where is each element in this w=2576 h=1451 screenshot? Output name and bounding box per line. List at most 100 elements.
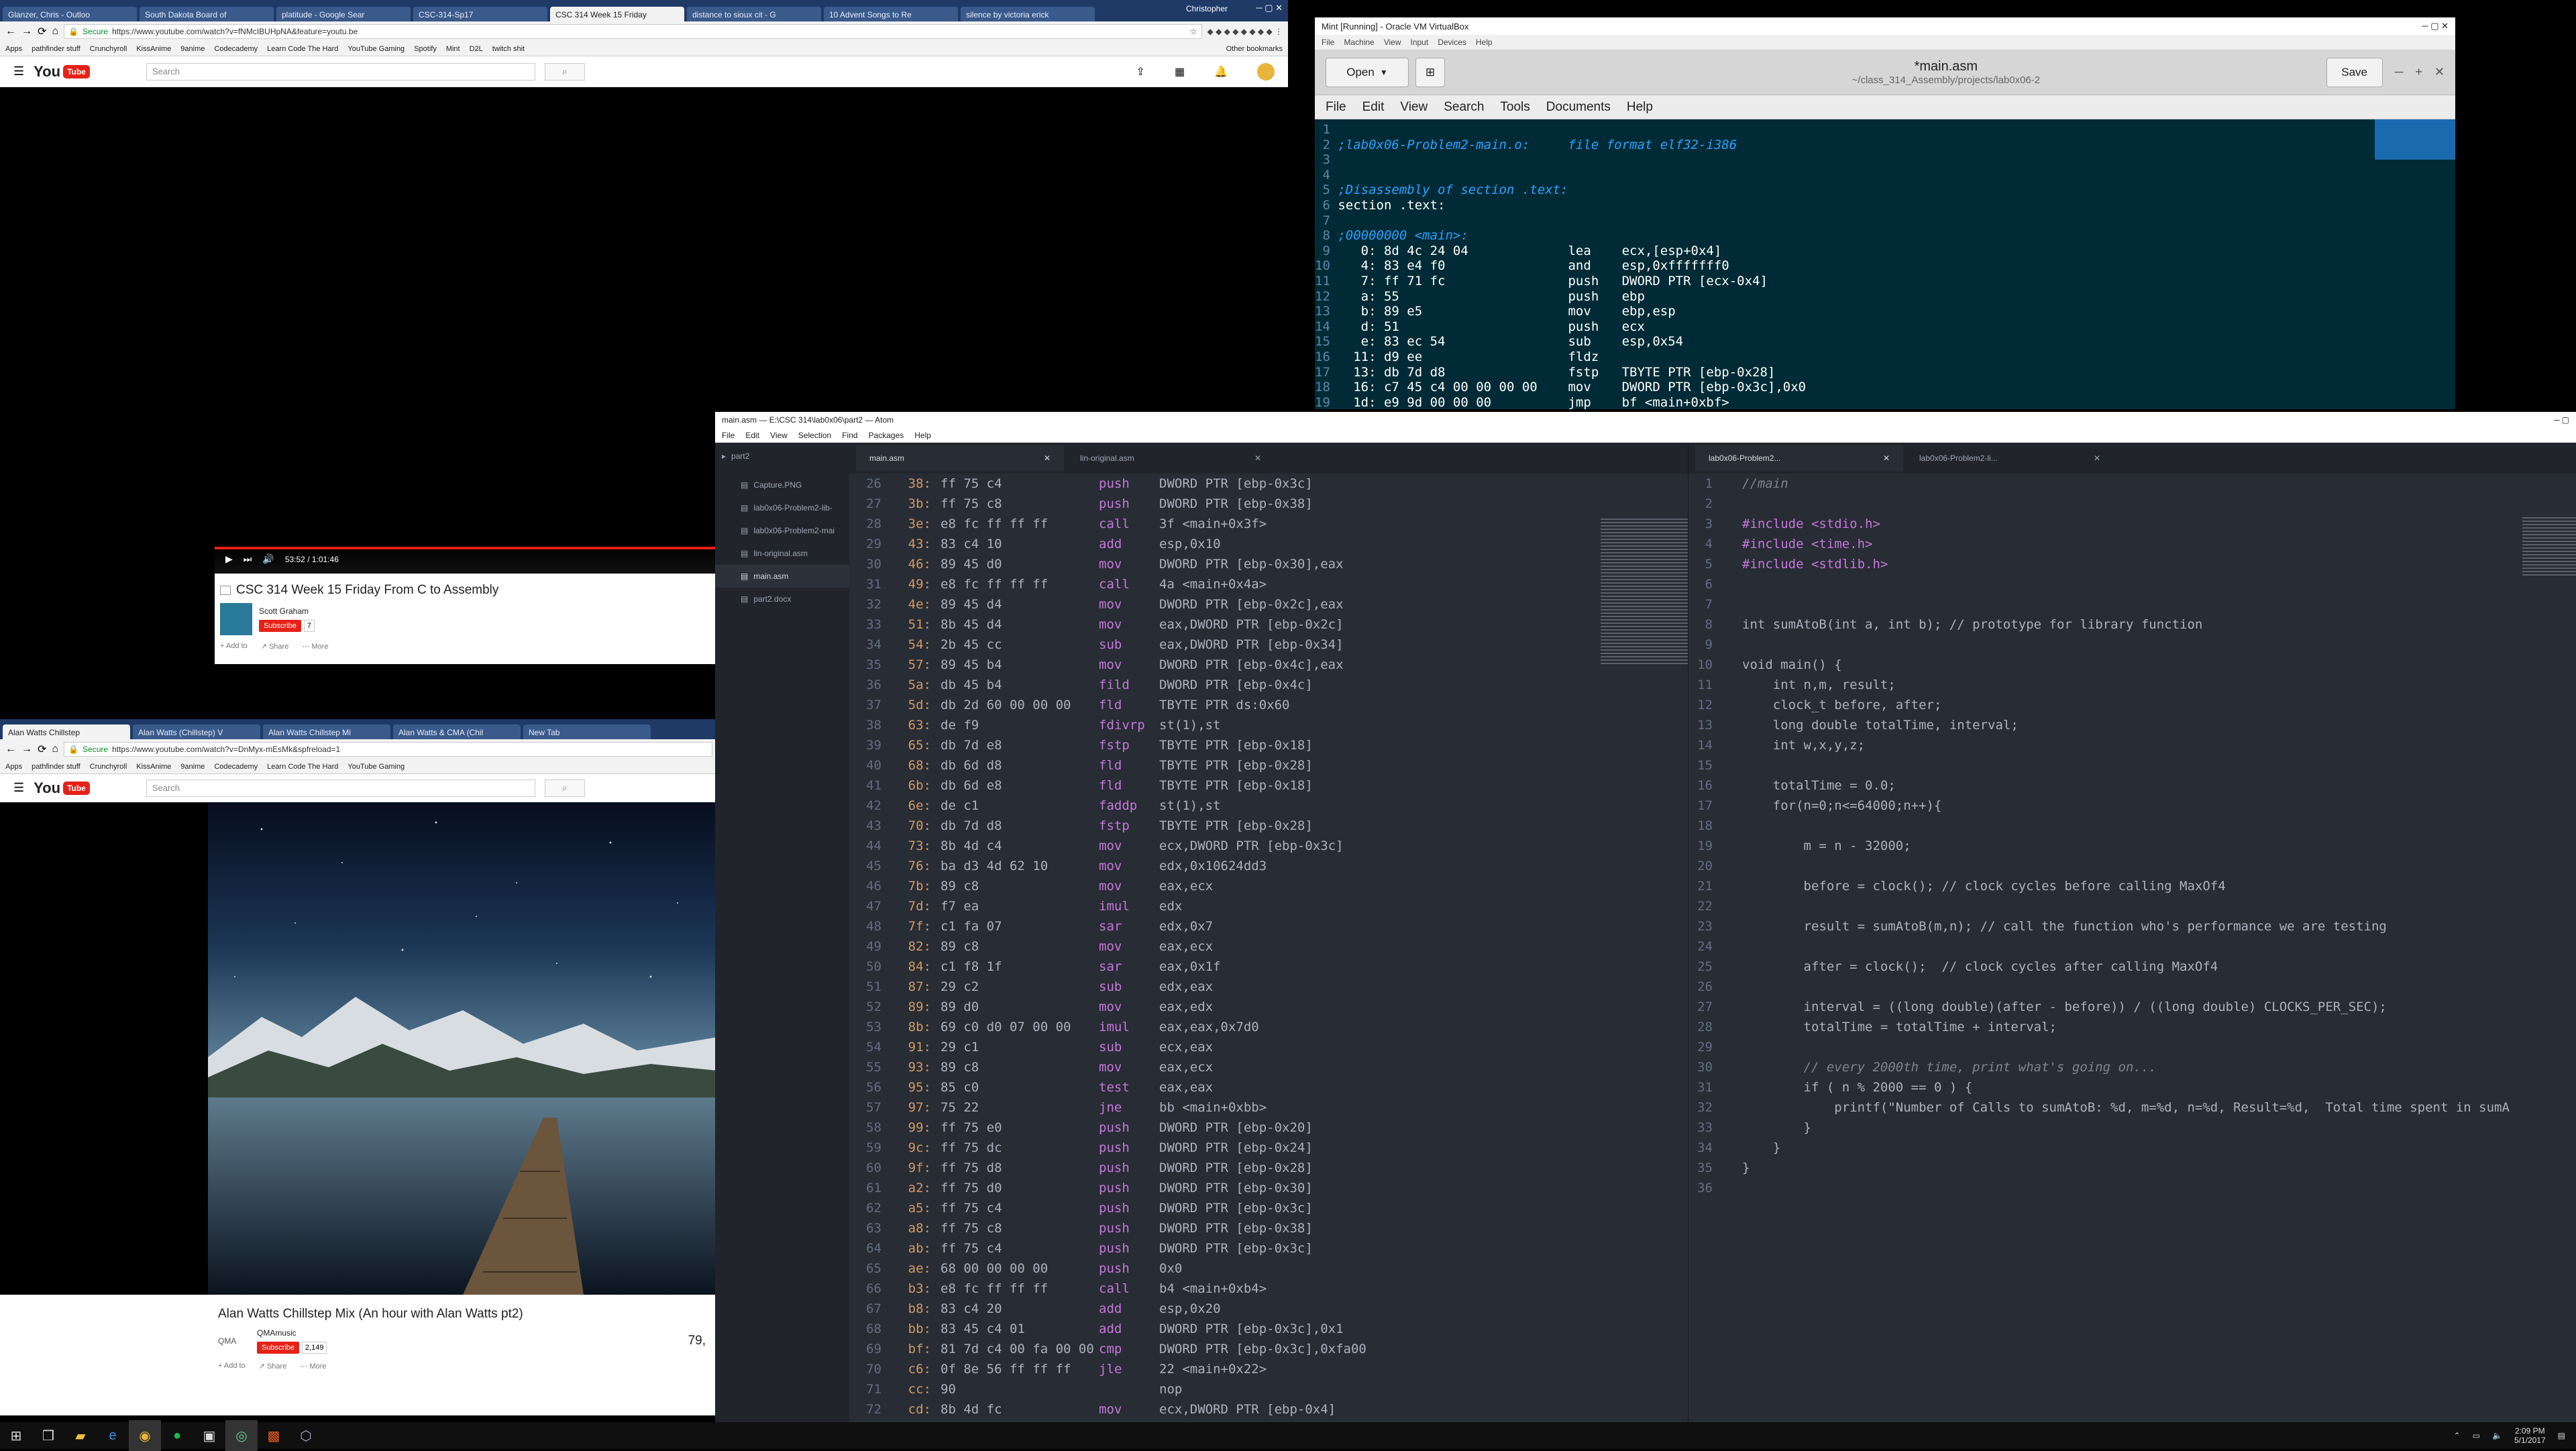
- browser-tab[interactable]: Alan Watts & CMA (Chil: [393, 724, 521, 739]
- search-button[interactable]: ⌕: [544, 62, 585, 80]
- chevron-up-icon[interactable]: ⌃: [2454, 1431, 2461, 1440]
- bookmark-item[interactable]: Apps: [5, 763, 22, 771]
- search-button[interactable]: ⌕: [544, 779, 585, 797]
- window-controls[interactable]: ─ ▢: [2554, 415, 2569, 425]
- search-input[interactable]: Search: [146, 62, 535, 80]
- bookmark-item[interactable]: Learn Code The Hard: [267, 763, 338, 771]
- app-button[interactable]: ▣: [193, 1420, 225, 1451]
- project-folder[interactable]: ▸ part2: [715, 443, 849, 470]
- tree-file[interactable]: ▤ Capture.PNG: [715, 474, 849, 496]
- editor-tab[interactable]: lab0x06-Problem2-li... ✕: [1906, 445, 2114, 472]
- notifications-icon[interactable]: ▤: [2558, 1431, 2565, 1440]
- bookmark-item[interactable]: Learn Code The Hard: [267, 45, 338, 53]
- bookmark-item[interactable]: 9anime: [180, 45, 205, 53]
- bookmark-item[interactable]: Codecademy: [214, 45, 258, 53]
- atom-button[interactable]: ◎: [225, 1420, 258, 1451]
- apps-icon[interactable]: ▦: [1175, 65, 1185, 78]
- edge-button[interactable]: e: [97, 1420, 129, 1451]
- tree-file[interactable]: ▤ lab0x06-Problem2-mai: [715, 519, 849, 542]
- share-button[interactable]: ↗ Share: [261, 642, 289, 651]
- bookmark-item[interactable]: YouTube Gaming: [347, 45, 405, 53]
- close-icon[interactable]: ✕: [2094, 453, 2100, 463]
- bookmark-item[interactable]: Spotify: [414, 45, 437, 53]
- hamburger-icon[interactable]: ☰: [13, 781, 24, 795]
- save-button[interactable]: Save: [2326, 57, 2383, 87]
- upload-icon[interactable]: ⇪: [1136, 65, 1145, 78]
- bookmark-item[interactable]: Apps: [5, 45, 22, 53]
- browser-tab[interactable]: Alan Watts (Chillstep) V: [133, 724, 260, 739]
- volume-icon[interactable]: 🔈: [2492, 1431, 2502, 1440]
- minimap[interactable]: [2522, 515, 2576, 576]
- window-controls[interactable]: ─ ▢ ✕: [2422, 21, 2449, 32]
- address-bar[interactable]: 🔒 Secure https://www.youtube.com/watch?v…: [64, 742, 712, 757]
- account-name[interactable]: Christopher: [1186, 4, 1228, 13]
- bookmark-item[interactable]: Mint: [446, 45, 460, 53]
- add-to-button[interactable]: + Add to: [220, 642, 248, 651]
- asm-editor[interactable]: 26 38: ff 75 c4 push DWORD PTR [ebp-0x3c] 27 3…: [849, 474, 1688, 1422]
- share-button[interactable]: ↗ Share: [259, 1362, 287, 1371]
- bookmark-item[interactable]: pathfinder stuff: [32, 763, 80, 771]
- more-button[interactable]: ⋯ More: [300, 1362, 326, 1371]
- maximize-icon[interactable]: +: [2415, 65, 2422, 79]
- more-button[interactable]: ⋯ More: [302, 642, 328, 651]
- atom-menu-item[interactable]: Edit: [745, 431, 759, 440]
- address-bar[interactable]: 🔒 Secure https://www.youtube.com/watch?v…: [64, 24, 1202, 39]
- vm-menu-item[interactable]: File: [1322, 38, 1334, 47]
- forward-icon[interactable]: →: [21, 743, 32, 755]
- close-icon[interactable]: ✕: [1883, 453, 1890, 463]
- browser-tab[interactable]: Alan Watts Chillstep: [3, 724, 130, 739]
- vm-menu-item[interactable]: Input: [1411, 38, 1429, 47]
- video-player[interactable]: [0, 802, 718, 1295]
- next-icon[interactable]: ⏭: [244, 553, 252, 565]
- vm-menu-item[interactable]: Machine: [1344, 38, 1374, 47]
- browser-tab[interactable]: South Dakota Board of: [140, 7, 274, 21]
- browser-tab[interactable]: distance to sioux cit - G: [687, 7, 821, 21]
- reload-icon[interactable]: ⟳: [38, 25, 46, 38]
- bell-icon[interactable]: 🔔: [1214, 65, 1228, 78]
- gedit-menu-item[interactable]: Search: [1444, 100, 1484, 115]
- gedit-menu-item[interactable]: Help: [1627, 100, 1653, 115]
- bookmark-item[interactable]: YouTube Gaming: [347, 763, 405, 771]
- gedit-menu-item[interactable]: View: [1400, 100, 1428, 115]
- hamburger-icon[interactable]: ☰: [13, 64, 24, 78]
- channel-name[interactable]: Scott Graham: [259, 606, 315, 616]
- subscribe-button[interactable]: Subscribe: [259, 620, 301, 632]
- close-icon[interactable]: ✕: [1254, 453, 1261, 463]
- bookmark-item[interactable]: Crunchyroll: [90, 45, 127, 53]
- search-input[interactable]: Search: [146, 779, 535, 797]
- tree-file[interactable]: ▤ main.asm: [715, 565, 849, 588]
- youtube-logo[interactable]: You Tube: [34, 780, 90, 797]
- add-to-button[interactable]: + Add to: [218, 1362, 246, 1371]
- editor-tab[interactable]: main.asm ✕: [856, 445, 1064, 472]
- atom-menu-item[interactable]: Packages: [869, 431, 904, 440]
- volume-icon[interactable]: 🔊: [262, 553, 274, 565]
- window-controls[interactable]: ─ ▢ ✕: [1256, 3, 1283, 13]
- clock[interactable]: 2:09 PM 5/1/2017: [2514, 1426, 2546, 1445]
- open-button[interactable]: Open ▼: [1326, 57, 1409, 87]
- c-editor[interactable]: 1//main 2 3 #include <stdio.h> 4 #include <ti…: [1688, 474, 2576, 1422]
- extension-icons[interactable]: ◆ ◆ ◆ ◆ ◆ ◆ ◆ ◆ ⋮: [1208, 27, 1283, 36]
- browser-tab[interactable]: CSC-314-Sp17: [413, 7, 547, 21]
- atom-menu-item[interactable]: File: [722, 431, 735, 440]
- browser-tab[interactable]: platitude - Google Sear: [276, 7, 411, 21]
- vm-menu-item[interactable]: View: [1384, 38, 1401, 47]
- subscribe-button[interactable]: Subscribe: [257, 1342, 299, 1354]
- back-icon[interactable]: ←: [5, 25, 16, 38]
- bookmark-item[interactable]: 9anime: [180, 763, 205, 771]
- browser-tab[interactable]: silence by victoria erick: [961, 7, 1095, 21]
- office-button[interactable]: ▩: [258, 1420, 290, 1451]
- browser-tab[interactable]: 10 Advent Songs to Re: [824, 7, 958, 21]
- gedit-menu-item[interactable]: Tools: [1500, 100, 1529, 115]
- gedit-menu-item[interactable]: File: [1326, 100, 1346, 115]
- bookmark-item[interactable]: KissAnime: [136, 45, 171, 53]
- gedit-code-editor[interactable]: 1 2 ;lab0x06-Problem2-main.o: file forma…: [1315, 119, 2455, 409]
- home-icon[interactable]: ⌂: [52, 25, 58, 38]
- editor-tab[interactable]: lab0x06-Problem2... ✕: [1695, 445, 1903, 472]
- atom-menu-item[interactable]: View: [770, 431, 788, 440]
- tree-file[interactable]: ▤ lin-original.asm: [715, 542, 849, 565]
- minimap[interactable]: [1601, 517, 1688, 664]
- editor-tab[interactable]: lin-original.asm ✕: [1067, 445, 1275, 472]
- virtualbox-button[interactable]: ⬡: [290, 1420, 322, 1451]
- star-icon[interactable]: ☆: [1190, 27, 1197, 36]
- forward-icon[interactable]: →: [21, 25, 32, 38]
